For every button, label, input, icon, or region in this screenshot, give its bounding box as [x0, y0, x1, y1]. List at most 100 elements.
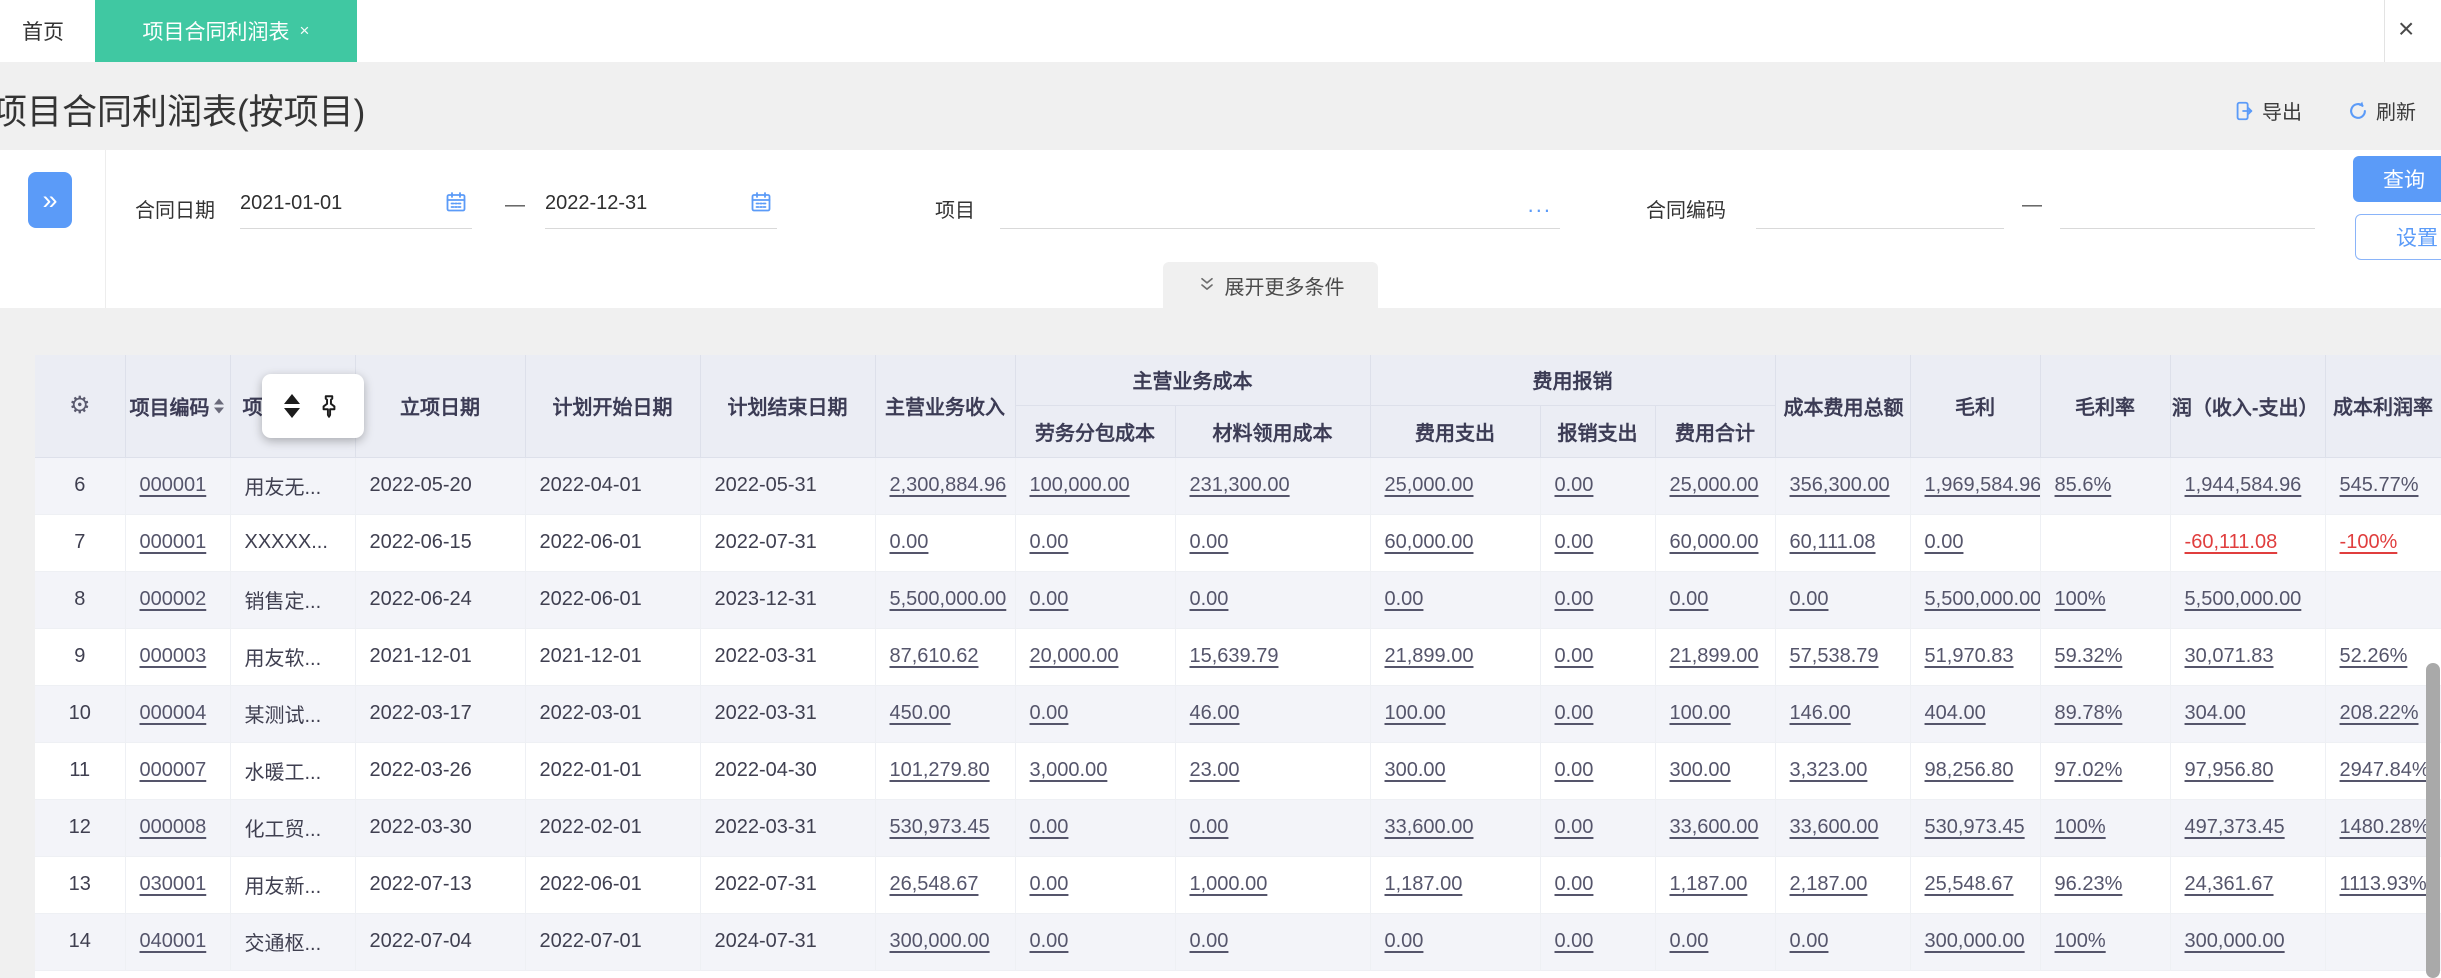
cell-expense-total[interactable]: 100.00	[1670, 702, 1731, 724]
cell-expense-pay[interactable]: 60,000.00	[1385, 531, 1474, 553]
cell-cost-profit-rate[interactable]: 208.22%	[2340, 702, 2419, 724]
cell-cost-total[interactable]: 356,300.00	[1790, 474, 1890, 496]
cell-cost-profit-rate[interactable]: 545.77%	[2340, 474, 2419, 496]
cell-gross-profit[interactable]: 1,969,584.96	[1925, 474, 2041, 496]
cell-cost-total[interactable]: 2,187.00	[1790, 873, 1868, 895]
date-from-input[interactable]: 2021-01-01	[240, 178, 472, 229]
cell-labor-cost[interactable]: 0.00	[1030, 816, 1069, 838]
project-more-button[interactable]: ...	[1528, 192, 1552, 218]
project-input[interactable]: ...	[1000, 178, 1560, 229]
cell-cost-profit-rate[interactable]: 1113.93%	[2340, 873, 2427, 895]
cell-gross-profit[interactable]: 530,973.45	[1925, 816, 2025, 838]
cell-gross-margin[interactable]: 85.6%	[2055, 474, 2112, 496]
cell-labor-cost[interactable]: 100,000.00	[1030, 474, 1130, 496]
cell-expense-total[interactable]: 0.00	[1670, 588, 1709, 610]
cell-reimburse-pay[interactable]: 0.00	[1555, 873, 1594, 895]
cell-material-cost[interactable]: 0.00	[1190, 531, 1229, 553]
cell-material-cost[interactable]: 231,300.00	[1190, 474, 1290, 496]
cell-gross-profit[interactable]: 98,256.80	[1925, 759, 2014, 781]
cell-revenue[interactable]: 87,610.62	[890, 645, 979, 667]
cell-labor-cost[interactable]: 0.00	[1030, 873, 1069, 895]
cell-code[interactable]: 000001	[140, 474, 207, 496]
cell-expense-total[interactable]: 1,187.00	[1670, 873, 1748, 895]
header-material-cost[interactable]: 材料领用成本	[1175, 405, 1370, 457]
cell-reimburse-pay[interactable]: 0.00	[1555, 816, 1594, 838]
header-cost-profit-rate[interactable]: 成本利润率	[2325, 355, 2441, 457]
cell-expense-pay[interactable]: 0.00	[1385, 930, 1424, 952]
cell-profit[interactable]: 97,956.80	[2185, 759, 2274, 781]
cell-cost-total[interactable]: 60,111.08	[1790, 531, 1876, 553]
cell-expense-pay[interactable]: 1,187.00	[1385, 873, 1463, 895]
header-profit[interactable]: 利润（收入-支出）	[2170, 355, 2325, 457]
cell-expense-pay[interactable]: 25,000.00	[1385, 474, 1474, 496]
cell-reimburse-pay[interactable]: 0.00	[1555, 702, 1594, 724]
cell-profit[interactable]: 304.00	[2185, 702, 2246, 724]
tab-active[interactable]: 项目合同利润表 ×	[95, 0, 357, 62]
cell-expense-total[interactable]: 300.00	[1670, 759, 1731, 781]
cell-reimburse-pay[interactable]: 0.00	[1555, 588, 1594, 610]
cell-cost-profit-rate[interactable]: -100%	[2340, 531, 2398, 553]
query-button[interactable]: 查询	[2353, 156, 2441, 202]
cell-material-cost[interactable]: 15,639.79	[1190, 645, 1279, 667]
sort-column-icon[interactable]	[284, 394, 300, 418]
cell-expense-total[interactable]: 21,899.00	[1670, 645, 1759, 667]
date-to-input[interactable]: 2022-12-31	[545, 178, 777, 229]
cell-expense-pay[interactable]: 0.00	[1385, 588, 1424, 610]
tab-home[interactable]: 首页	[14, 0, 72, 62]
cell-gross-profit[interactable]: 404.00	[1925, 702, 1986, 724]
cell-expense-pay[interactable]: 100.00	[1385, 702, 1446, 724]
header-plan-start[interactable]: 计划开始日期	[525, 355, 700, 457]
cell-material-cost[interactable]: 1,000.00	[1190, 873, 1268, 895]
cell-labor-cost[interactable]: 20,000.00	[1030, 645, 1119, 667]
cell-gross-profit[interactable]: 300,000.00	[1925, 930, 2025, 952]
vertical-scrollbar[interactable]	[2426, 663, 2440, 978]
header-reimburse-pay[interactable]: 报销支出	[1540, 405, 1655, 457]
cell-gross-margin[interactable]: 59.32%	[2055, 645, 2123, 667]
cell-cost-profit-rate[interactable]: 1480.28%	[2340, 816, 2430, 838]
cell-cost-profit-rate[interactable]: 2947.84%	[2340, 759, 2430, 781]
window-close-icon[interactable]: ×	[2398, 15, 2414, 43]
cell-cost-total[interactable]: 33,600.00	[1790, 816, 1879, 838]
cell-gross-profit[interactable]: 0.00	[1925, 531, 1964, 553]
tab-close-icon[interactable]: ×	[300, 21, 310, 41]
cell-labor-cost[interactable]: 0.00	[1030, 702, 1069, 724]
cell-material-cost[interactable]: 23.00	[1190, 759, 1240, 781]
cell-gross-margin[interactable]: 100%	[2055, 816, 2106, 838]
cell-cost-profit-rate[interactable]: 52.26%	[2340, 645, 2408, 667]
cell-cost-total[interactable]: 3,323.00	[1790, 759, 1868, 781]
cell-code[interactable]: 000002	[140, 588, 207, 610]
cell-gross-margin[interactable]: 100%	[2055, 588, 2106, 610]
header-gross-margin[interactable]: 毛利率	[2040, 355, 2170, 457]
expand-sidebar-button[interactable]: »	[28, 172, 72, 228]
cell-code[interactable]: 030001	[140, 873, 207, 895]
cell-reimburse-pay[interactable]: 0.00	[1555, 531, 1594, 553]
header-labor-cost[interactable]: 劳务分包成本	[1015, 405, 1175, 457]
expand-more-button[interactable]: 展开更多条件	[1163, 262, 1378, 308]
cell-labor-cost[interactable]: 0.00	[1030, 930, 1069, 952]
cell-revenue[interactable]: 26,548.67	[890, 873, 979, 895]
cell-code[interactable]: 000003	[140, 645, 207, 667]
cell-material-cost[interactable]: 46.00	[1190, 702, 1240, 724]
header-expense-pay[interactable]: 费用支出	[1370, 405, 1540, 457]
calendar-icon[interactable]	[444, 190, 468, 214]
cell-code[interactable]: 000004	[140, 702, 207, 724]
sort-icon[interactable]	[214, 398, 224, 413]
cell-expense-total[interactable]: 0.00	[1670, 930, 1709, 952]
cell-expense-pay[interactable]: 300.00	[1385, 759, 1446, 781]
cell-gross-margin[interactable]: 96.23%	[2055, 873, 2123, 895]
settings-button[interactable]: 设置	[2355, 214, 2441, 260]
header-revenue[interactable]: 主营业务收入	[875, 355, 1015, 457]
cell-material-cost[interactable]: 0.00	[1190, 588, 1229, 610]
header-setup-date[interactable]: 立项日期	[355, 355, 525, 457]
cell-profit[interactable]: 5,500,000.00	[2185, 588, 2302, 610]
pin-column-icon[interactable]	[316, 393, 342, 419]
refresh-button[interactable]: 刷新	[2347, 96, 2416, 125]
contract-code-from-input[interactable]	[1756, 178, 2004, 229]
gear-icon[interactable]: ⚙	[69, 392, 91, 419]
cell-material-cost[interactable]: 0.00	[1190, 816, 1229, 838]
cell-gross-profit[interactable]: 25,548.67	[1925, 873, 2014, 895]
cell-code[interactable]: 040001	[140, 930, 207, 952]
cell-code[interactable]: 000001	[140, 531, 207, 553]
calendar-icon[interactable]	[749, 190, 773, 214]
cell-expense-pay[interactable]: 33,600.00	[1385, 816, 1474, 838]
